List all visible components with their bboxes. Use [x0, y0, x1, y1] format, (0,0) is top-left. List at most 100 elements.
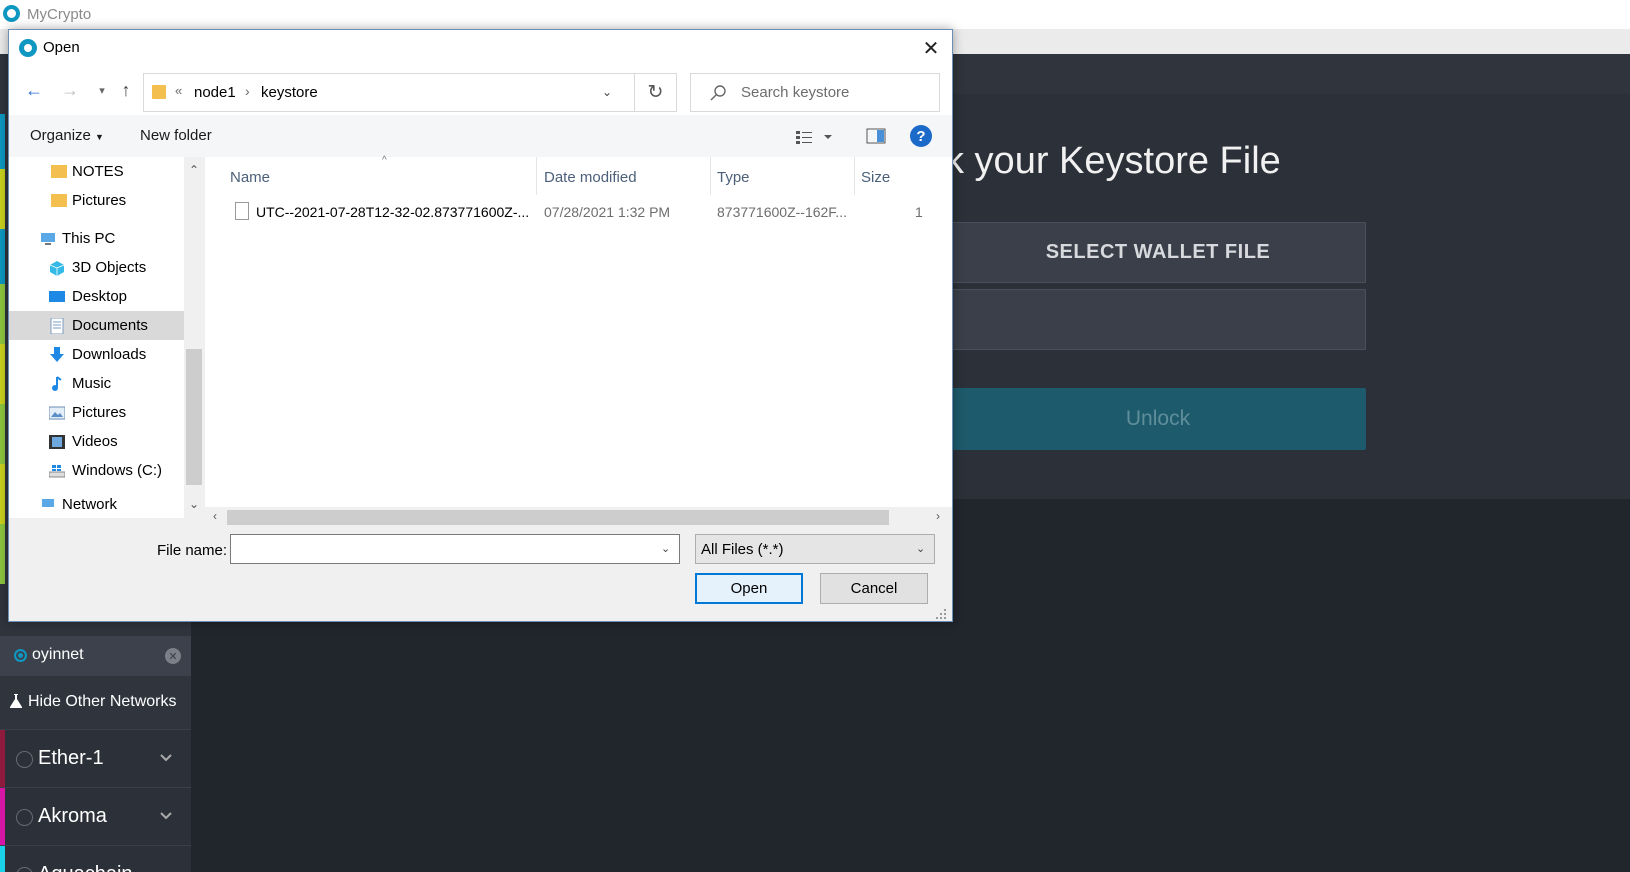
network-color-stripe [0, 284, 5, 344]
network-row-aquachain[interactable]: Aquachain [0, 845, 191, 872]
nav-item-windows-c[interactable]: Windows (C:) [9, 456, 184, 485]
remove-network-icon[interactable]: ✕ [165, 648, 181, 664]
chevron-down-icon[interactable] [160, 752, 172, 764]
dialog-title: Open [43, 39, 80, 56]
breadcrumb-keystore[interactable]: keystore [261, 84, 318, 101]
column-label: Type [717, 169, 750, 186]
dialog-titlebar: Open ✕ [9, 30, 952, 63]
file-row[interactable]: UTC--2021-07-28T12-32-02.873771600Z-... … [205, 199, 952, 225]
open-button[interactable]: Open [695, 573, 803, 604]
network-label: oyinnet [32, 646, 84, 663]
chevron-down-icon[interactable] [160, 810, 172, 822]
network-color-stripe [0, 846, 5, 872]
chevron-down-icon[interactable]: ⌄ [602, 85, 612, 99]
network-color-stripe [0, 344, 5, 404]
search-input[interactable]: Search keystore [690, 73, 940, 112]
flask-icon [10, 694, 22, 708]
select-wallet-file-button[interactable]: SELECT WALLET FILE [950, 222, 1366, 283]
network-color-stripe [0, 404, 5, 464]
this-pc-icon [41, 232, 55, 245]
nav-item-label: Desktop [72, 288, 128, 305]
breadcrumb-node1[interactable]: node1 [194, 84, 236, 101]
network-label: Ether-1 [38, 747, 104, 769]
password-input[interactable] [950, 289, 1366, 350]
column-header-type[interactable]: Type [711, 157, 854, 195]
navigation-bar: ← → ▾ ↑ « node1 › keystore ⌄ ↻ Search ke… [9, 63, 952, 115]
preview-pane-icon[interactable] [866, 128, 886, 144]
network-row-ether-1[interactable]: Ether-1 [0, 729, 191, 788]
radio-icon[interactable] [16, 809, 33, 826]
nav-item-pictures-folder[interactable]: Pictures [9, 186, 184, 215]
resize-grip-icon[interactable] [934, 607, 948, 621]
breadcrumb-separator-icon[interactable]: › [245, 83, 250, 99]
search-icon [710, 85, 726, 101]
nav-item-label: Documents [72, 317, 148, 334]
address-bar[interactable]: « node1 › keystore ⌄ [143, 73, 635, 112]
nav-item-notes[interactable]: NOTES [9, 157, 184, 186]
mycrypto-logo-icon [3, 5, 20, 22]
new-folder-button[interactable]: New folder [140, 127, 212, 144]
nav-item-pictures[interactable]: Pictures [9, 398, 184, 427]
close-icon[interactable]: ✕ [919, 36, 943, 60]
organize-menu-button[interactable]: Organize ▼ [30, 127, 104, 144]
hide-other-networks-label: Hide Other Networks [28, 693, 177, 710]
radio-icon[interactable] [16, 867, 33, 872]
nav-item-music[interactable]: Music [9, 369, 184, 398]
app-titlebar: MyCrypto [0, 0, 1630, 29]
nav-item-videos[interactable]: Videos [9, 427, 184, 456]
help-icon[interactable]: ? [910, 125, 932, 147]
folder-icon [51, 194, 67, 207]
nav-item-documents[interactable]: Documents [9, 311, 184, 340]
chevron-down-icon[interactable]: ⌄ [916, 542, 925, 555]
chevron-down-icon[interactable]: ⌄ [661, 542, 670, 555]
file-type: 873771600Z--162F... [717, 204, 847, 220]
column-header-date-modified[interactable]: Date modified [537, 157, 710, 195]
file-list-horizontal-scrollbar[interactable]: ‹ › [205, 507, 952, 527]
network-row-akroma[interactable]: Akroma [0, 787, 191, 846]
up-arrow-icon[interactable]: ↑ [115, 79, 137, 101]
file-type-filter-select[interactable]: All Files (*.*) ⌄ [695, 534, 935, 564]
nav-item-label: 3D Objects [72, 259, 147, 276]
refresh-icon[interactable]: ↻ [635, 73, 677, 112]
navigation-pane-scrollbar[interactable]: ⌃ ⌄ [184, 157, 204, 518]
navigation-pane: NOTES Pictures This PC 3D Objects Deskto… [9, 157, 184, 518]
scrollbar-thumb[interactable] [227, 510, 889, 525]
videos-icon [49, 434, 65, 449]
recent-locations-chevron-icon[interactable]: ▾ [91, 79, 113, 101]
scroll-up-icon[interactable]: ⌃ [189, 163, 199, 177]
column-header-name[interactable]: Name [205, 157, 536, 195]
pictures-icon [49, 406, 65, 419]
nav-item-3d-objects[interactable]: 3D Objects [9, 253, 184, 282]
overflow-chevron-icon[interactable]: « [175, 83, 182, 98]
column-header-size[interactable]: Size [855, 157, 952, 195]
unlock-button[interactable]: Unlock [950, 388, 1366, 450]
hide-other-networks-toggle[interactable]: Hide Other Networks [0, 676, 191, 729]
nav-item-label: Pictures [72, 404, 127, 421]
nav-item-this-pc[interactable]: This PC [9, 224, 184, 253]
back-arrow-icon[interactable]: ← [23, 79, 45, 101]
custom-network-oyinnet[interactable]: oyinnet ✕ [0, 636, 191, 676]
change-view-icon[interactable] [795, 129, 835, 145]
nav-item-label: This PC [62, 230, 116, 247]
nav-item-label: NOTES [72, 163, 124, 180]
network-color-stripe [0, 730, 5, 788]
3d-objects-icon [49, 260, 65, 276]
nav-item-label: Music [72, 375, 112, 392]
nav-item-desktop[interactable]: Desktop [9, 282, 184, 311]
radio-icon[interactable] [16, 751, 33, 768]
cancel-button[interactable]: Cancel [820, 573, 928, 604]
folder-icon [51, 165, 67, 178]
scroll-down-icon[interactable]: ⌄ [189, 497, 199, 511]
network-color-stripe [0, 114, 5, 169]
downloads-icon [50, 346, 64, 362]
forward-arrow-icon[interactable]: → [59, 79, 81, 101]
scroll-right-icon[interactable]: › [936, 509, 940, 523]
scrollbar-thumb[interactable] [186, 349, 202, 485]
file-name-field[interactable]: ⌄ [230, 534, 680, 564]
caret-down-icon: ▼ [95, 132, 104, 142]
drive-icon [49, 464, 65, 477]
nav-item-downloads[interactable]: Downloads [9, 340, 184, 369]
nav-item-network[interactable]: Network [9, 490, 184, 518]
selected-radio-icon[interactable] [14, 649, 27, 662]
scroll-left-icon[interactable]: ‹ [213, 509, 217, 523]
